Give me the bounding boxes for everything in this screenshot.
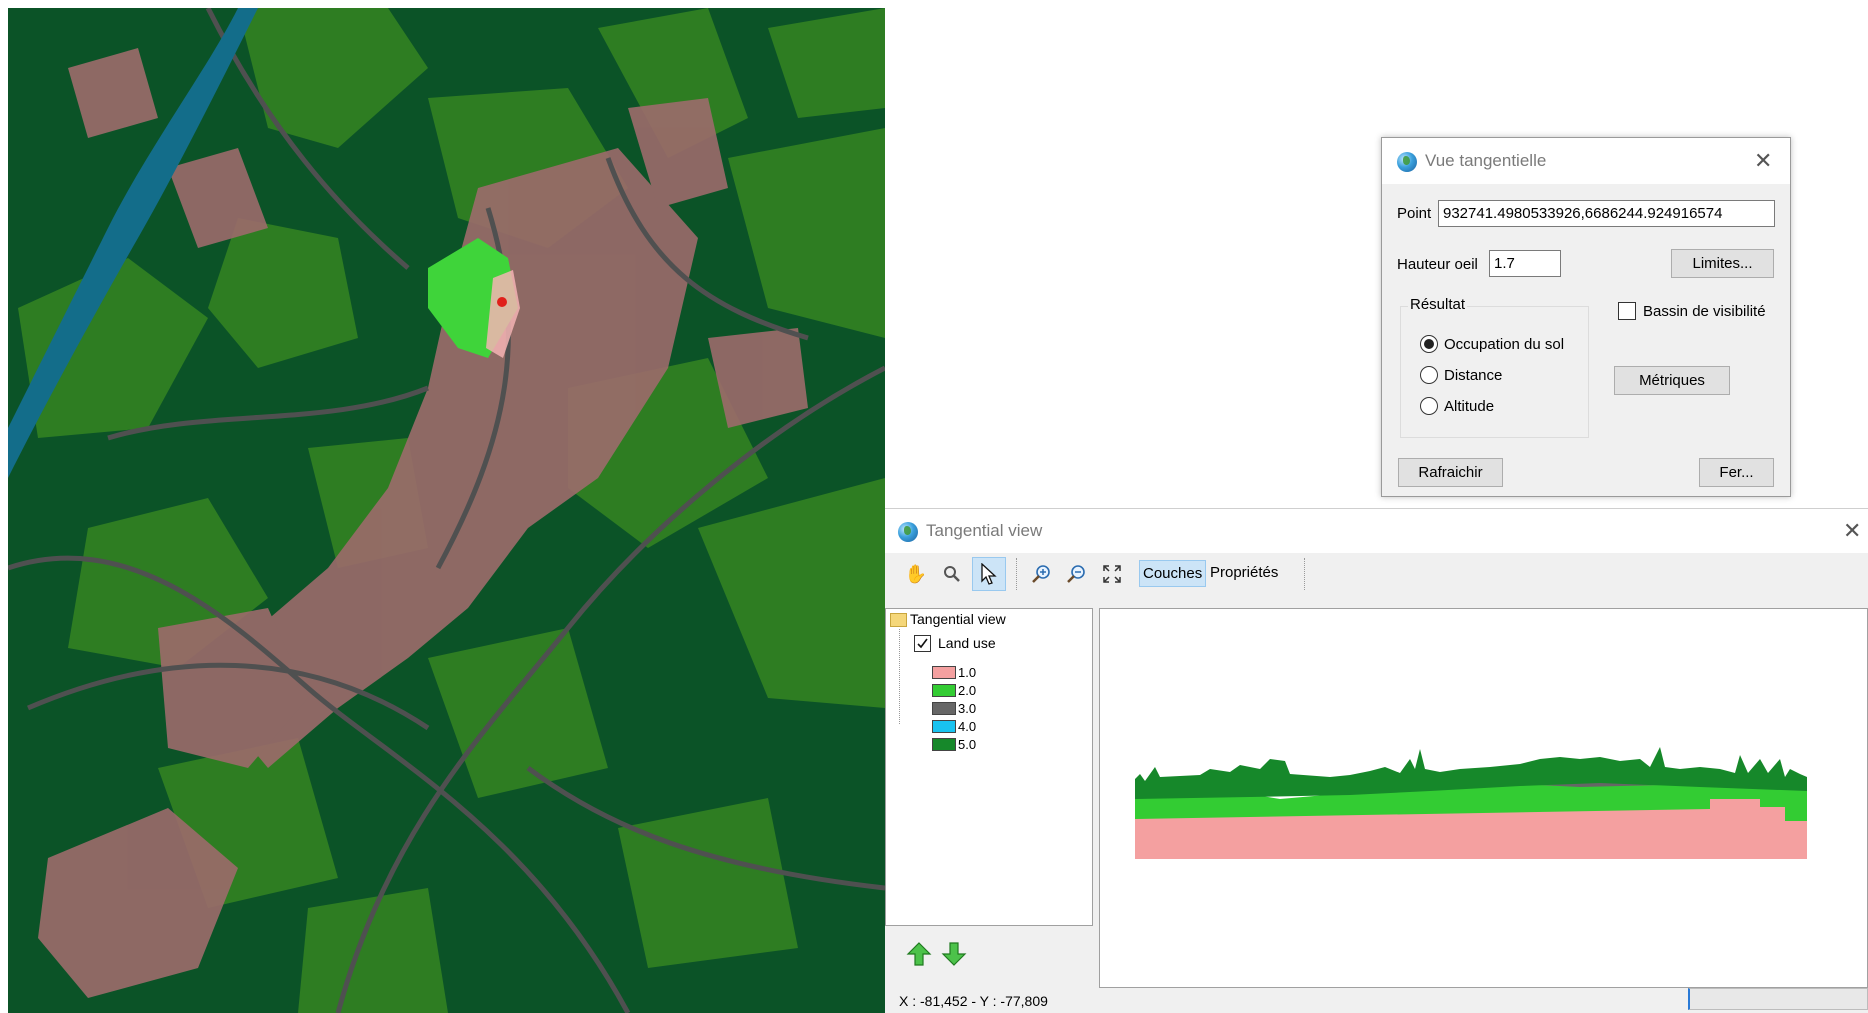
pan-hand-icon[interactable]: ✋ [901,559,931,589]
point-field[interactable] [1438,200,1775,227]
legend-swatch-1 [932,666,956,679]
limits-button[interactable]: Limites... [1671,249,1774,278]
profile-land-use-1 [1135,819,1807,859]
tangential-view-canvas[interactable] [1099,608,1868,988]
status-coordinates: X : -81,452 - Y : -77,809 [899,993,1048,1009]
radio-land-use[interactable] [1420,335,1438,353]
tab-properties[interactable]: Propriétés [1207,560,1281,585]
land-use-map[interactable] [8,8,885,1013]
point-label: Point [1397,205,1432,222]
legend-swatch-2 [932,684,956,697]
toolbar-separator [1304,558,1305,590]
tangential-profile [1135,747,1807,859]
radio-altitude[interactable] [1420,397,1438,415]
radio-land-use-label: Occupation du sol [1444,336,1565,353]
move-up-arrow-icon[interactable] [906,941,932,967]
tree-connector [899,629,900,724]
close-icon[interactable]: ✕ [1843,520,1861,542]
tab-layers[interactable]: Couches [1139,560,1207,587]
window-titlebar: Tangential view ✕ [885,508,1868,553]
close-button[interactable]: Fer... [1699,458,1774,487]
zoom-out-icon[interactable] [1061,559,1091,589]
radio-distance[interactable] [1420,366,1438,384]
folder-icon [890,613,907,627]
land-use-checkbox[interactable] [914,635,931,652]
legend-label-5: 5.0 [958,737,977,752]
dialog-title: Vue tangentielle [1425,151,1547,170]
eye-height-field[interactable] [1489,250,1561,277]
result-group-label: Résultat [1408,296,1468,313]
progress-bar [1688,988,1868,1010]
globe-icon [898,522,918,542]
visibility-basin-label: Bassin de visibilité [1643,303,1766,320]
refresh-button[interactable]: Rafraichir [1398,458,1503,487]
layer-tree: Tangential view Land use 1.0 2.0 3.0 4.0… [885,608,1093,926]
pointer-arrow-icon[interactable] [972,557,1006,591]
tangential-view-window: Tangential view ✕ ✋ Couches Propriétés T… [885,508,1868,1013]
window-title: Tangential view [926,521,1043,540]
legend-swatch-5 [932,738,956,751]
legend-swatch-4 [932,720,956,733]
legend-label-1: 1.0 [958,665,977,680]
land-use-label[interactable]: Land use [938,635,996,651]
globe-icon [1397,152,1417,172]
metrics-button[interactable]: Métriques [1614,366,1730,395]
legend-label-3: 3.0 [958,701,977,716]
observer-point[interactable] [497,297,507,307]
toolbar-separator [1016,558,1017,590]
land-use-map-canvas[interactable] [8,8,885,1013]
visibility-basin-checkbox[interactable] [1618,302,1636,320]
radio-distance-label: Distance [1444,367,1503,384]
move-down-arrow-icon[interactable] [941,941,967,967]
dialog-titlebar: Vue tangentielle ✕ [1382,138,1790,184]
legend-swatch-3 [932,702,956,715]
tree-root-label[interactable]: Tangential view [910,611,1006,627]
legend-label-2: 2.0 [958,683,977,698]
radio-altitude-label: Altitude [1444,398,1495,415]
magnifier-icon[interactable] [937,559,967,589]
zoom-extent-icon[interactable] [1097,559,1127,589]
zoom-in-icon[interactable] [1026,559,1056,589]
eye-height-label: Hauteur oeil [1397,256,1478,273]
tangential-view-dialog: Vue tangentielle ✕ Point Hauteur oeil Li… [1381,137,1791,497]
legend-label-4: 4.0 [958,719,977,734]
close-icon[interactable]: ✕ [1754,150,1772,172]
